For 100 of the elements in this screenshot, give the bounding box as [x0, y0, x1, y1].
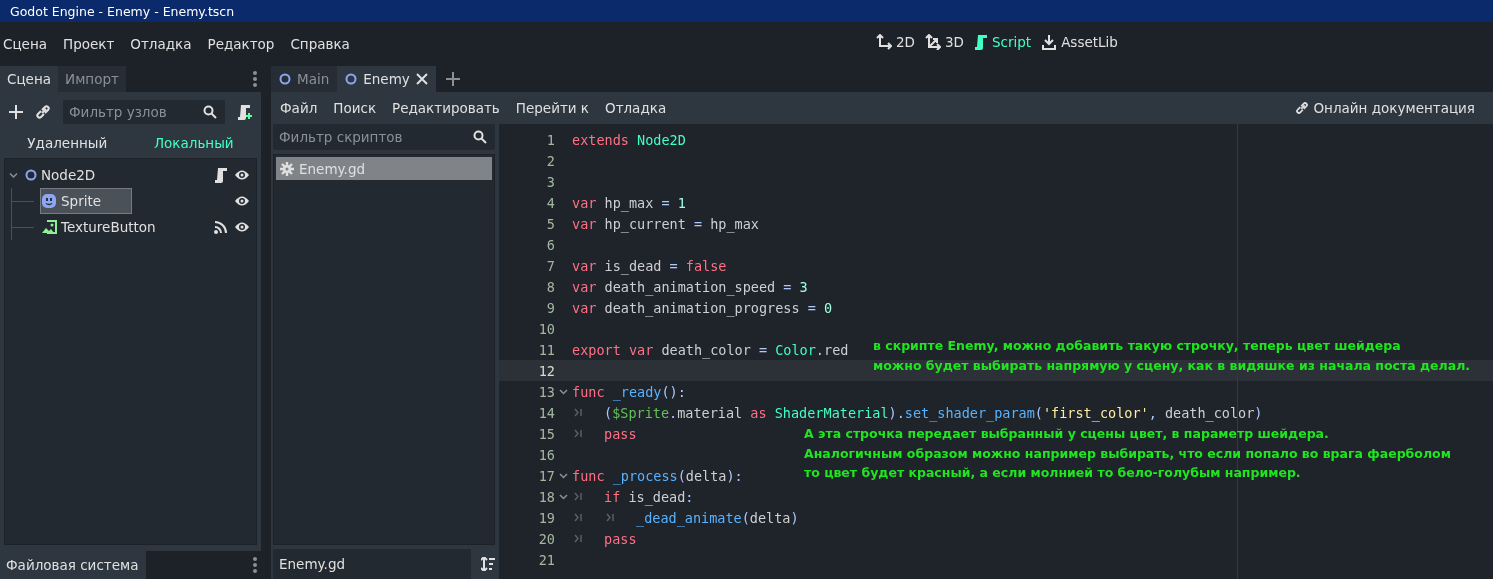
script-name: Enemy.gd: [299, 160, 366, 177]
add-icon[interactable]: [9, 105, 23, 119]
search-icon: [473, 130, 487, 144]
code-token: death_animation_progress: [604, 299, 801, 316]
signal-icon[interactable]: [214, 220, 228, 234]
line-number: 8: [545, 278, 555, 295]
annotation-text: можно будет выбирать напрямую у сцену, как в видяшке из начала поста делал.: [873, 356, 1471, 375]
line-number: 16: [537, 446, 555, 463]
tab-marker-icon: [574, 429, 583, 438]
dock-tab[interactable]: Импорт: [58, 66, 126, 92]
scene-tab[interactable]: Main: [271, 66, 338, 92]
visibility-eye-icon[interactable]: [234, 221, 250, 233]
tab-marker-icon: [574, 513, 583, 522]
code-token: var: [572, 194, 598, 211]
scene-tab[interactable]: Enemy: [337, 66, 436, 92]
filter-field[interactable]: Фильтр узлов: [63, 100, 225, 124]
node-name: Sprite: [61, 193, 102, 209]
annotation-text: в скрипте Enemy, можно добавить такую строчку, теперь цвет шейдера: [873, 337, 1402, 355]
menu-item[interactable]: Перейти к: [515, 100, 589, 116]
code-token: hp_current: [604, 215, 687, 232]
dock-tab[interactable]: Файловая система: [0, 551, 147, 579]
script-filter-field[interactable]: Фильтр скриптов: [273, 124, 495, 150]
code-token: as: [750, 404, 768, 421]
code-token: ): [1254, 404, 1263, 421]
tab-label: Main: [297, 71, 330, 87]
annotation-text: А эта строчка передает выбранный у сцены цвет, в параметр шейдера.: [804, 425, 1330, 443]
menu-item[interactable]: Файл: [280, 100, 318, 116]
tree-item[interactable]: Sprite: [40, 188, 132, 214]
code-token: :: [685, 488, 694, 505]
close-icon[interactable]: [415, 73, 428, 85]
visibility-eye-icon[interactable]: [234, 195, 250, 207]
tree-item[interactable]: TextureButton: [40, 214, 161, 240]
code-token: 0: [824, 299, 833, 316]
code-token: delta: [749, 509, 791, 526]
more-icon[interactable]: [253, 557, 257, 573]
sort-icon[interactable]: [481, 557, 495, 571]
menu-item[interactable]: Справка: [290, 36, 350, 52]
code-token: .: [815, 341, 824, 358]
code-token: =: [783, 278, 793, 295]
visibility-eye-icon[interactable]: [234, 169, 250, 181]
menu-item[interactable]: Отладка: [605, 100, 667, 116]
dock-tab[interactable]: Сцена: [0, 66, 59, 92]
node-name: TextureButton: [61, 219, 156, 235]
tree-item[interactable]: Node2D: [24, 162, 116, 188]
workspace-tab[interactable]: Script: [973, 34, 1032, 50]
line-number: 7: [545, 257, 555, 274]
current-script-label: Enemy.gd: [273, 549, 471, 579]
code-token: 3: [799, 278, 808, 295]
code-token: var: [572, 257, 598, 274]
code-token: _process: [612, 467, 678, 484]
menu-item[interactable]: Поиск: [333, 100, 377, 116]
menu-item[interactable]: Отладка: [130, 36, 192, 52]
link-icon[interactable]: [35, 104, 51, 120]
line-number: 17: [537, 467, 555, 484]
code-token: export var: [572, 341, 655, 358]
code-token: pass: [604, 425, 637, 442]
line-number: 12: [537, 362, 555, 379]
code-token: is_dead: [628, 488, 686, 505]
line-number: 15: [537, 425, 555, 442]
menu-item[interactable]: Редактировать: [392, 100, 500, 116]
window-title: Godot Engine - Enemy - Enemy.tscn: [10, 3, 235, 19]
image-button-icon: [41, 219, 57, 235]
code-token: ,: [1148, 404, 1157, 421]
code-token: false: [685, 257, 727, 274]
add-tab-icon[interactable]: [445, 72, 460, 86]
node-circle-icon: [279, 73, 291, 85]
more-icon[interactable]: [253, 71, 257, 87]
node-circle-icon: [345, 73, 358, 85]
code-token: death_color: [1163, 404, 1255, 421]
line-number: 1: [545, 131, 555, 148]
annotation-text: то цвет будет красный, а если молнией то бело-голубым например.: [804, 464, 1302, 482]
code-token: if: [604, 488, 622, 505]
menu-item[interactable]: Редактор: [207, 36, 275, 52]
workspace-tab[interactable]: 2D: [876, 34, 915, 50]
menu-item[interactable]: Сцена: [3, 36, 48, 52]
code-token: =: [758, 341, 769, 358]
script-add-icon[interactable]: [237, 104, 253, 120]
gear-icon: [280, 161, 294, 176]
online-docs-link[interactable]: Онлайн документация: [1295, 100, 1475, 116]
line-number: 18: [537, 488, 555, 505]
workspace-tab[interactable]: AssetLib: [1041, 34, 1118, 50]
code-token: var: [572, 299, 598, 316]
code-token: hp_max: [604, 194, 655, 211]
tab-marker-icon: [574, 408, 583, 417]
code-token: material: [677, 404, 744, 421]
code-token: set_shader_param: [904, 404, 1035, 421]
mode-tab[interactable]: Локальный: [153, 135, 234, 151]
line-number: 13: [537, 383, 555, 400]
line-number: 6: [545, 236, 555, 253]
menu-item[interactable]: Проект: [63, 36, 115, 52]
smiley-icon: [41, 193, 57, 209]
line-number: 11: [537, 341, 555, 358]
line-number: 10: [537, 320, 555, 337]
workspace-tab[interactable]: 3D: [925, 34, 964, 50]
code-token: 1: [677, 194, 686, 211]
code-token: Node2D: [637, 131, 686, 148]
line-number: 3: [545, 173, 555, 190]
code-token: ():: [661, 383, 686, 400]
mode-tab[interactable]: Удаленный: [27, 135, 108, 151]
script-icon[interactable]: [214, 167, 228, 183]
